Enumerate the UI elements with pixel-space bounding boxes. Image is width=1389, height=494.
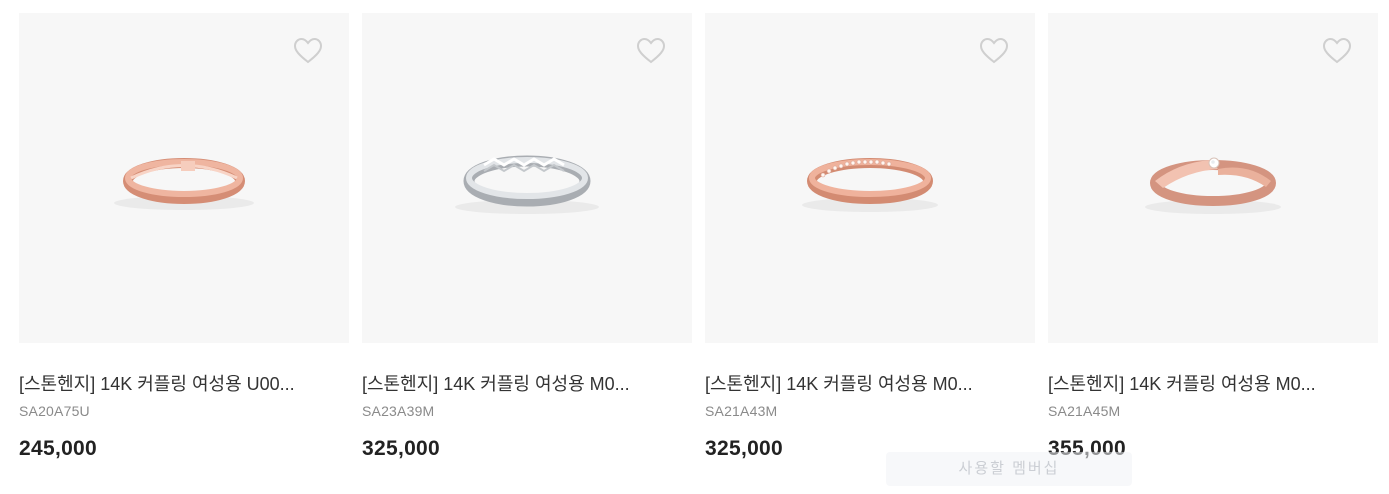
product-price: 245,000 (19, 437, 98, 460)
product-image[interactable] (1048, 13, 1378, 343)
heart-icon[interactable] (979, 37, 1009, 65)
ring-image-rose-band (114, 158, 254, 210)
heart-icon[interactable] (293, 37, 323, 65)
product-code: SA21A43M (705, 403, 778, 419)
product-image[interactable] (362, 13, 692, 343)
heart-icon[interactable] (1322, 37, 1352, 65)
product-image[interactable] (705, 13, 1035, 343)
product-code: SA23A39M (362, 403, 435, 419)
product-grid: [스톤헨지] 14K 커플링 여성용 U00... SA20A75U 245,0… (19, 13, 1378, 461)
ring-image-white-faceted (455, 155, 599, 214)
product-card[interactable]: [스톤헨지] 14K 커플링 여성용 M0... SA21A45M 355,00… (1048, 13, 1378, 461)
product-title[interactable]: [스톤헨지] 14K 커플링 여성용 M0... (705, 371, 1025, 397)
product-price: 325,000 (362, 437, 441, 460)
ring-image-rose-solitaire (1145, 157, 1281, 214)
heart-icon[interactable] (636, 37, 666, 65)
product-title[interactable]: [스톤헨지] 14K 커플링 여성용 M0... (1048, 371, 1368, 397)
product-title[interactable]: [스톤헨지] 14K 커플링 여성용 U00... (19, 371, 339, 397)
product-card[interactable]: [스톤헨지] 14K 커플링 여성용 U00... SA20A75U 245,0… (19, 13, 349, 461)
product-title[interactable]: [스톤헨지] 14K 커플링 여성용 M0... (362, 371, 682, 397)
ring-image-rose-pave (802, 158, 938, 212)
product-code: SA21A45M (1048, 403, 1121, 419)
product-code: SA20A75U (19, 403, 90, 419)
product-card[interactable]: [스톤헨지] 14K 커플링 여성용 M0... SA21A43M 325,00… (705, 13, 1035, 461)
floating-overlay-badge[interactable]: 사용할 멤버십 (886, 452, 1132, 486)
product-card[interactable]: [스톤헨지] 14K 커플링 여성용 M0... SA23A39M 325,00… (362, 13, 692, 461)
product-image[interactable] (19, 13, 349, 343)
